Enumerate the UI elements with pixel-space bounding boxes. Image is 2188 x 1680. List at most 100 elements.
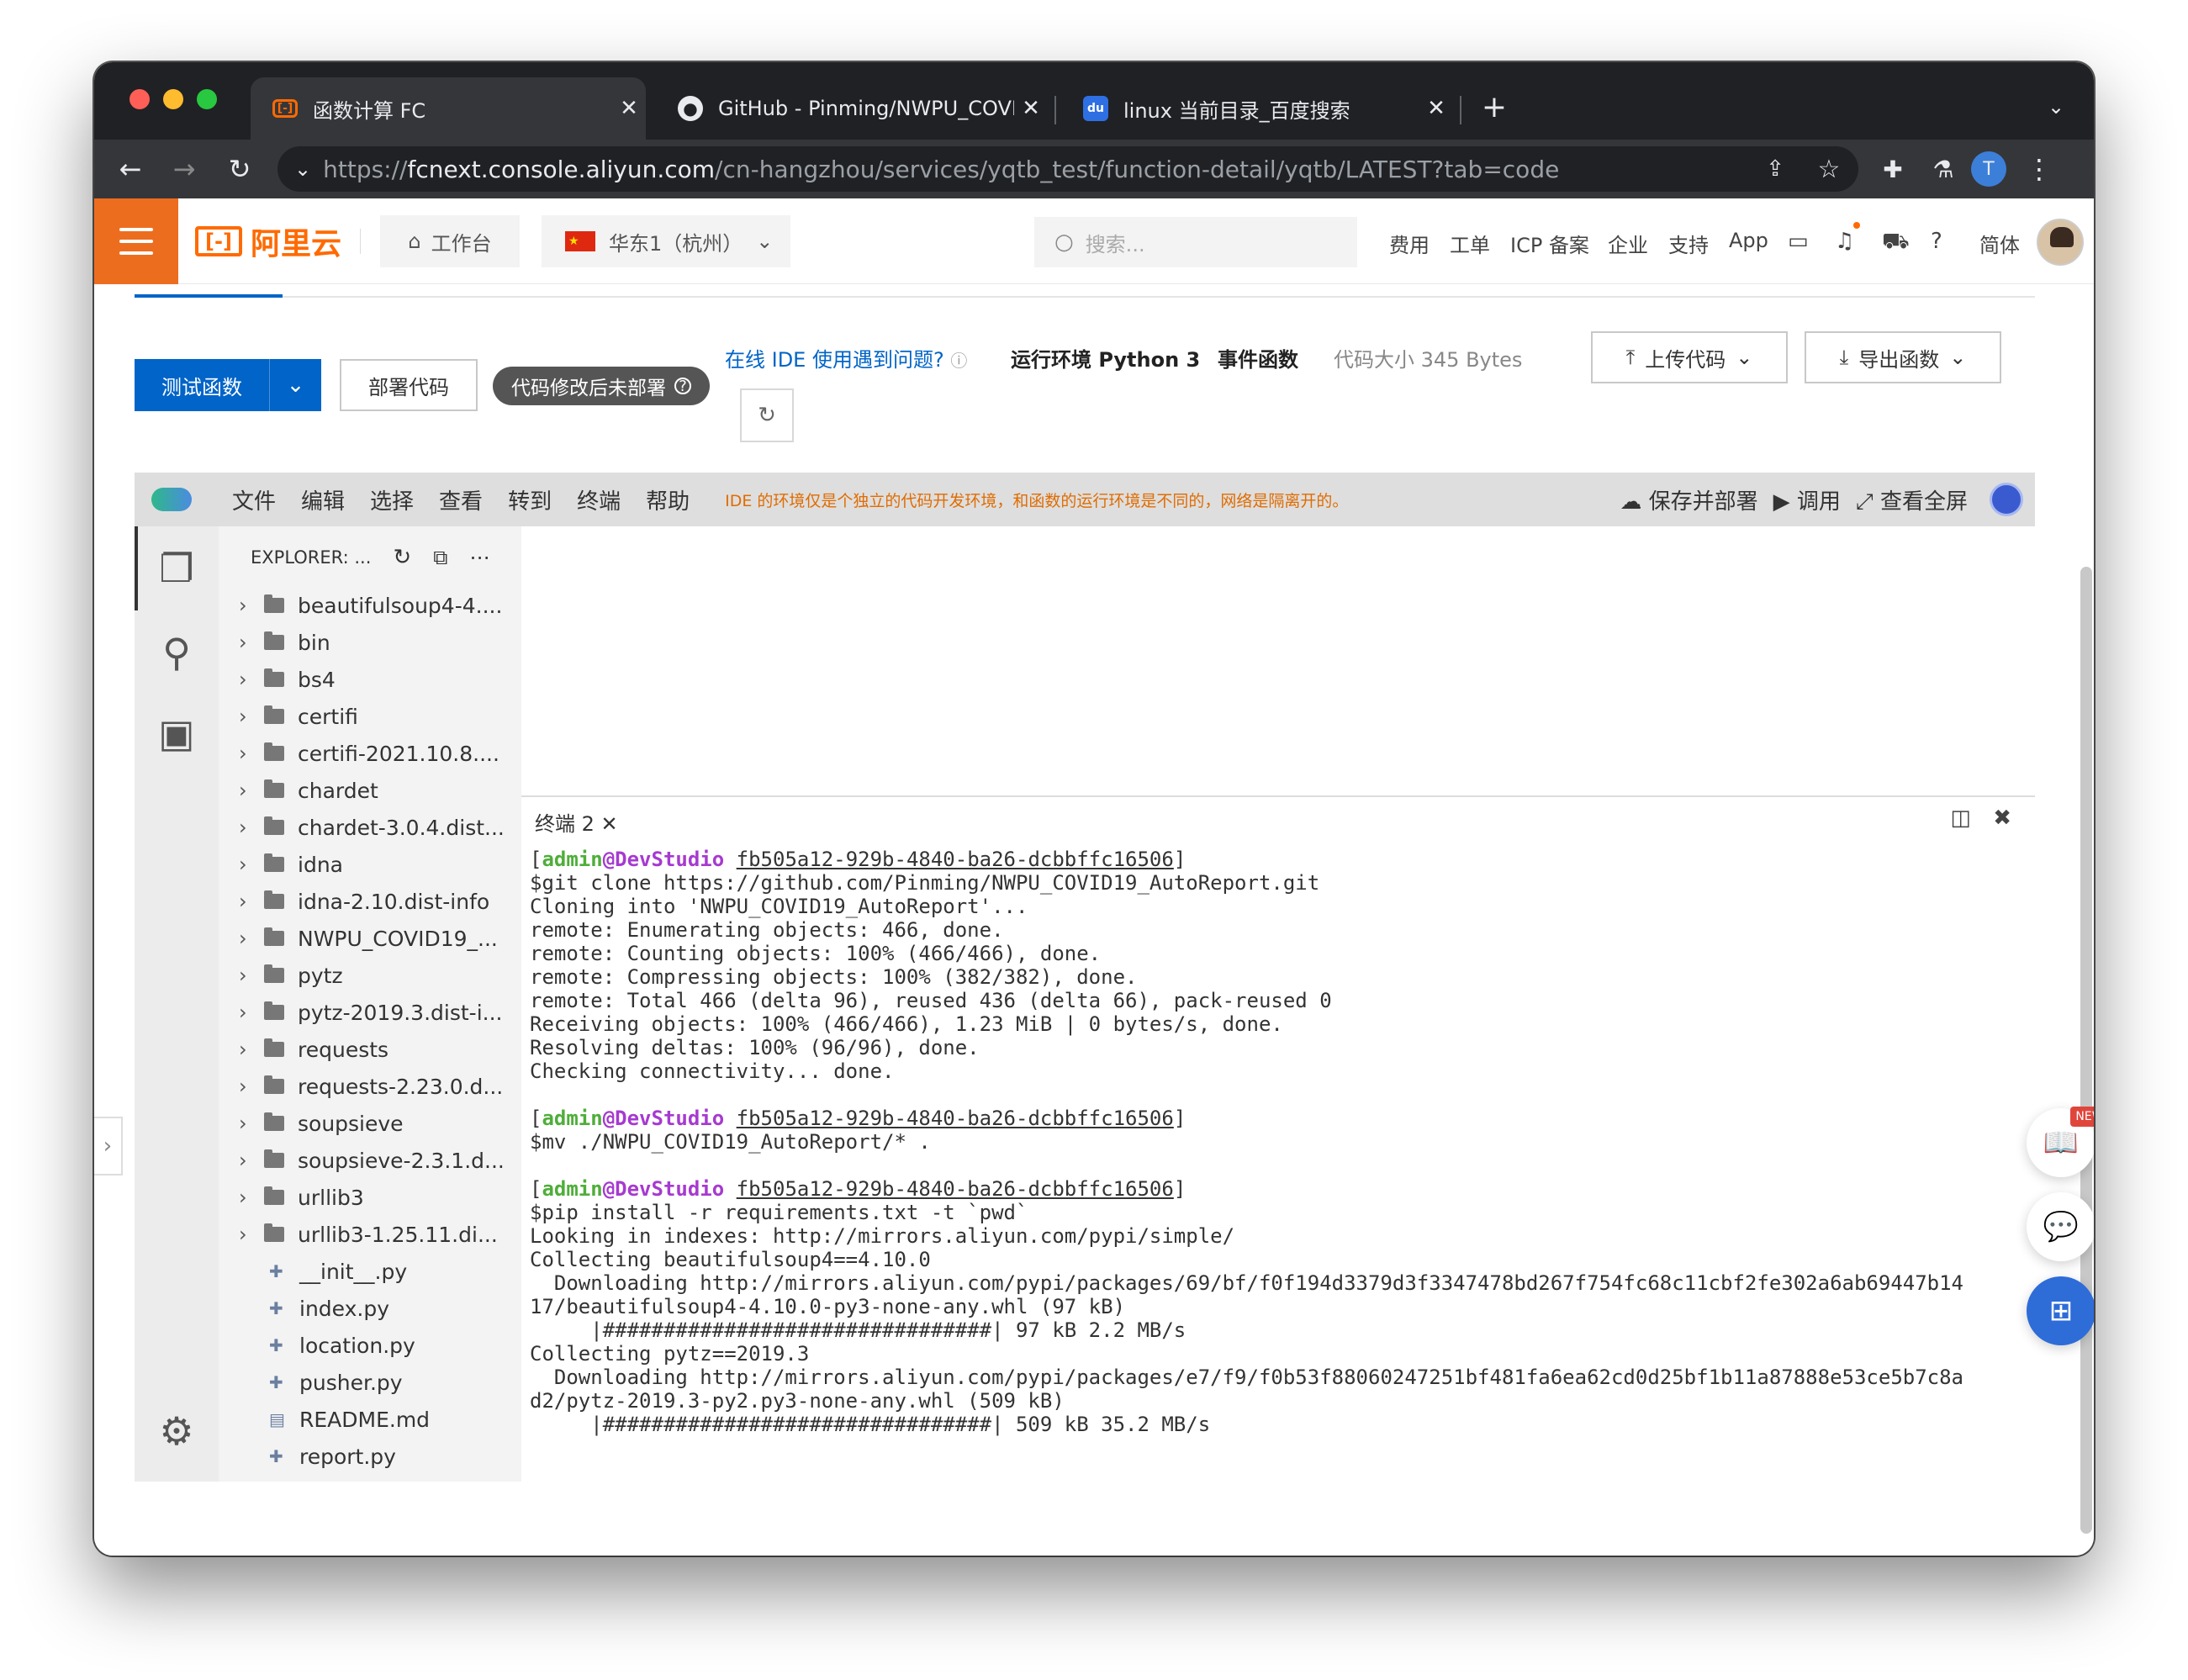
- profile-avatar[interactable]: T: [1971, 151, 2006, 187]
- folder-item[interactable]: › soupsieve-2.3.1.d...: [219, 1142, 521, 1179]
- header-link-ticket[interactable]: 工单: [1450, 229, 1490, 258]
- file-item[interactable]: ✚ location.py: [219, 1327, 521, 1364]
- menu-help[interactable]: 帮助: [646, 484, 690, 515]
- menu-selection[interactable]: 选择: [370, 484, 414, 515]
- folder-item[interactable]: › idna: [219, 846, 521, 883]
- file-item[interactable]: ▤ README.md: [219, 1401, 521, 1438]
- expand-sidebar-chevron-icon[interactable]: ›: [94, 1117, 123, 1175]
- folder-item[interactable]: › NWPU_COVID19_...: [219, 920, 521, 957]
- fullscreen-button[interactable]: ⤢ 查看全屏: [1856, 484, 1968, 515]
- export-function-button[interactable]: ⤓ 导出函数 ⌄: [1805, 331, 2001, 383]
- header-link-icp[interactable]: ICP 备案: [1510, 229, 1589, 258]
- folder-item[interactable]: › urllib3-1.25.11.di...: [219, 1216, 521, 1253]
- tab-baidu[interactable]: du linux 当前目录_百度搜索 ✕: [1061, 77, 1453, 140]
- upload-code-button[interactable]: ⤒ 上传代码 ⌄: [1591, 331, 1788, 383]
- deploy-code-button[interactable]: 部署代码: [340, 359, 478, 411]
- close-tab-icon[interactable]: ✕: [612, 96, 646, 121]
- folder-item[interactable]: › idna-2.10.dist-info: [219, 883, 521, 920]
- folder-item[interactable]: › certifi-2021.10.8....: [219, 735, 521, 772]
- test-function-button[interactable]: 测试函数 ⌄: [135, 359, 321, 411]
- invoke-button[interactable]: ▶ 调用: [1773, 484, 1841, 515]
- ide-help-link[interactable]: 在线 IDE 使用遇到问题? ⓘ: [725, 343, 967, 372]
- menu-file[interactable]: 文件: [232, 484, 276, 515]
- extensions-icon[interactable]: ▣: [135, 695, 219, 772]
- folder-item[interactable]: › bs4: [219, 661, 521, 698]
- back-icon[interactable]: ←: [111, 150, 150, 188]
- save-deploy-button[interactable]: ☁ 保存并部署: [1620, 484, 1757, 515]
- menu-edit[interactable]: 编辑: [301, 484, 345, 515]
- menu-view[interactable]: 查看: [439, 484, 483, 515]
- collapse-all-icon[interactable]: ⧉: [433, 546, 447, 569]
- user-avatar[interactable]: [2037, 219, 2084, 266]
- refresh-explorer-icon[interactable]: ↻: [393, 545, 411, 570]
- console-search-input[interactable]: ○ 搜索...: [1034, 217, 1357, 267]
- site-info-chevron-icon[interactable]: ⌄: [294, 157, 311, 181]
- close-tab-icon[interactable]: ✕: [1014, 96, 1048, 121]
- ide-account-icon[interactable]: [1990, 483, 2023, 516]
- region-selector[interactable]: ★ 华东1（杭州） ⌄: [542, 215, 790, 267]
- header-link-app[interactable]: App: [1729, 229, 1768, 252]
- tab-search-chevron-icon[interactable]: ⌄: [2037, 87, 2075, 126]
- feedback-chat-icon[interactable]: 💬: [2027, 1192, 2094, 1261]
- close-window-button[interactable]: [129, 89, 150, 109]
- cart-icon[interactable]: ⛟: [1882, 229, 1910, 257]
- folder-item[interactable]: › certifi: [219, 698, 521, 735]
- search-icon[interactable]: ⚲: [135, 614, 219, 691]
- forward-icon[interactable]: →: [165, 150, 203, 188]
- header-link-billing[interactable]: 费用: [1389, 229, 1430, 258]
- header-link-enterprise[interactable]: 企业: [1608, 229, 1648, 258]
- help-icon[interactable]: ?: [1931, 229, 1942, 254]
- new-badge: NEW: [2070, 1107, 2094, 1127]
- page-scrollbar[interactable]: [2080, 567, 2092, 1534]
- folder-item[interactable]: › urllib3: [219, 1179, 521, 1216]
- terminal-tab[interactable]: 终端 2 ✕: [535, 807, 618, 837]
- editor-area[interactable]: [521, 526, 2035, 795]
- new-tab-icon[interactable]: +: [1475, 87, 1514, 126]
- folder-item[interactable]: › chardet-3.0.4.dist...: [219, 809, 521, 846]
- folder-item[interactable]: › requests-2.23.0.d...: [219, 1068, 521, 1105]
- notification-bell-icon[interactable]: ♫: [1835, 229, 1854, 254]
- extensions-icon[interactable]: ✚: [1874, 150, 1912, 188]
- folder-item[interactable]: › beautifulsoup4-4....: [219, 587, 521, 624]
- menu-terminal[interactable]: 终端: [577, 484, 621, 515]
- file-item[interactable]: ✚ index.py: [219, 1290, 521, 1327]
- address-bar[interactable]: ⌄ https://fcnext.console.aliyun.com/cn-h…: [277, 146, 1858, 192]
- hamburger-menu-icon[interactable]: [94, 198, 178, 284]
- folder-icon: [264, 1001, 284, 1020]
- file-item[interactable]: ✚ report.py: [219, 1438, 521, 1475]
- close-tab-icon[interactable]: ✕: [1419, 96, 1453, 121]
- close-panel-icon[interactable]: ✖: [1993, 806, 2011, 831]
- header-link-support[interactable]: 支持: [1668, 229, 1709, 258]
- share-icon[interactable]: ⇪: [1756, 150, 1794, 188]
- more-actions-icon[interactable]: ⋯: [469, 546, 489, 569]
- aliyun-logo[interactable]: [-] 阿里云: [195, 222, 341, 262]
- question-icon[interactable]: ?: [674, 378, 691, 395]
- minimize-window-button[interactable]: [163, 89, 183, 109]
- tab-fc[interactable]: [-] 函数计算 FC ✕: [251, 77, 646, 140]
- folder-item[interactable]: › bin: [219, 624, 521, 661]
- folder-item[interactable]: › soupsieve: [219, 1105, 521, 1142]
- file-item[interactable]: ✚ __init__.py: [219, 1253, 521, 1290]
- folder-item[interactable]: › pytz: [219, 957, 521, 994]
- apps-grid-icon[interactable]: ⊞: [2027, 1276, 2094, 1345]
- workbench-button[interactable]: ⌂ 工作台: [380, 215, 520, 267]
- maximize-window-button[interactable]: [197, 89, 217, 109]
- folder-item[interactable]: › pytz-2019.3.dist-i...: [219, 994, 521, 1031]
- chevron-down-icon[interactable]: ⌄: [269, 359, 321, 411]
- file-item[interactable]: ✚ pusher.py: [219, 1364, 521, 1401]
- bookmark-star-icon[interactable]: ☆: [1810, 150, 1848, 188]
- folder-item[interactable]: › requests: [219, 1031, 521, 1068]
- language-switch[interactable]: 简体: [1979, 229, 2020, 258]
- folder-item[interactable]: › chardet: [219, 772, 521, 809]
- tab-github[interactable]: ● GitHub - Pinming/NWPU_COVI ✕: [656, 77, 1048, 140]
- terminal-output[interactable]: [admin@DevStudio fb505a12-929b-4840-ba26…: [530, 848, 2035, 1436]
- cloud-shell-icon[interactable]: ▭: [1788, 229, 1809, 254]
- menu-go[interactable]: 转到: [508, 484, 552, 515]
- labs-flask-icon[interactable]: ⚗: [1924, 150, 1963, 188]
- settings-gear-icon[interactable]: ⚙: [135, 1392, 219, 1470]
- browser-menu-icon[interactable]: ⋮: [2020, 150, 2059, 188]
- reload-icon[interactable]: ↻: [220, 150, 259, 188]
- explorer-files-icon[interactable]: ❐: [135, 530, 219, 607]
- split-panel-icon[interactable]: ◫: [1950, 806, 1971, 831]
- refresh-button[interactable]: ↻: [740, 388, 794, 442]
